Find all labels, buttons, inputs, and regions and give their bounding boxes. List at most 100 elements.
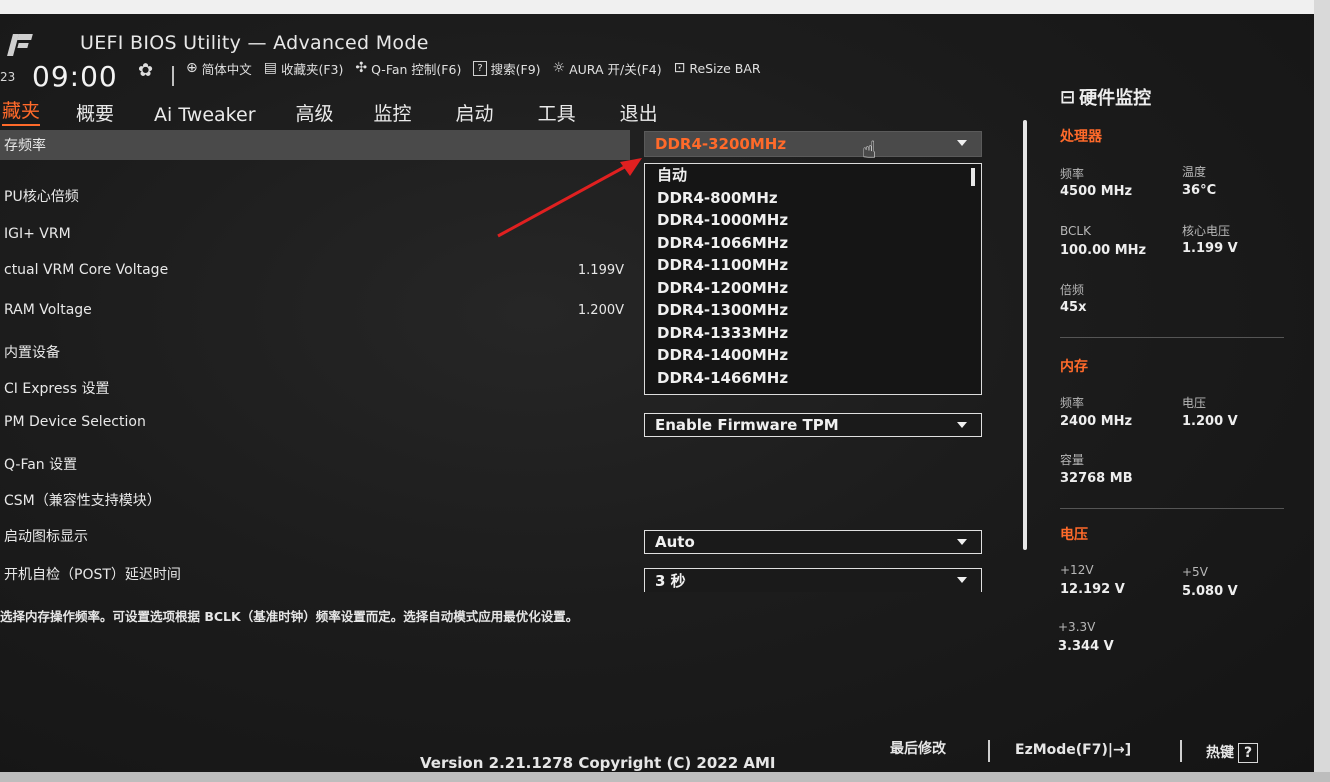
select-value: Auto — [655, 533, 695, 551]
clock-time: 09:00 — [32, 60, 118, 93]
menu-item-label: RAM Voltage — [4, 302, 92, 318]
monitor-bezel-right — [1314, 0, 1330, 782]
option-item[interactable]: 自动 — [645, 164, 981, 187]
menu-item-label: IGI+ VRM — [4, 226, 71, 242]
tpm-select[interactable]: Enable Firmware TPM — [644, 413, 982, 437]
fan-icon: ✣ — [355, 60, 368, 76]
ratio-value: 45x — [1060, 300, 1087, 315]
ratio-label: 倍频 — [1060, 283, 1085, 297]
monitor-icon: ⊟ — [1060, 86, 1076, 108]
hardware-monitor-label: 硬件监控 — [1079, 88, 1152, 109]
mem-cap-value: 32768 MB — [1060, 471, 1133, 486]
bclk-value: 100.00 MHz — [1060, 243, 1147, 258]
clock-settings-gear-icon[interactable]: ✿ — [138, 60, 153, 81]
bios-screen: UEFI BIOS Utility — Advanced Mode 23 09:… — [0, 0, 1330, 782]
option-item[interactable]: DDR4-1333MHz — [645, 322, 981, 345]
chevron-down-icon — [957, 577, 967, 583]
monitor-bezel-bottom — [0, 772, 1330, 782]
tab-advanced[interactable]: 高级 — [296, 99, 334, 126]
header-divider — [172, 66, 174, 86]
search-icon: ? — [473, 60, 487, 76]
divider — [1060, 337, 1284, 338]
qfan-control-button[interactable]: ✣ Q-Fan 控制(F6) — [355, 59, 461, 78]
post-delay-select[interactable]: 3 秒 — [644, 568, 982, 592]
ezmode-button[interactable]: EzMode(F7)|→] — [1015, 742, 1131, 758]
favorites-button[interactable]: ▤ 收藏夹(F3) — [264, 59, 344, 78]
menu-item-label: PM Device Selection — [4, 414, 146, 430]
menu-item-dram-voltage: RAM Voltage 1.200V — [0, 302, 630, 318]
option-item[interactable]: DDR4-1066MHz — [645, 232, 981, 255]
voltage-heading: 电压 — [1060, 527, 1088, 543]
tab-favorites[interactable]: 藏夹 — [2, 96, 41, 126]
memory-heading: 内存 — [1060, 359, 1088, 375]
tab-ai-tweaker[interactable]: Ai Tweaker — [154, 104, 255, 126]
v5-label: +5V — [1182, 565, 1208, 579]
hardware-monitor-title: ⊟ 硬件监控 — [1060, 84, 1151, 110]
mem-freq-label: 频率 — [1060, 396, 1085, 410]
footer-divider — [1180, 740, 1182, 762]
tab-overview[interactable]: 概要 — [76, 99, 114, 126]
hotkeys-label: 热键 — [1206, 745, 1234, 761]
monitor-bezel-top — [0, 0, 1330, 14]
select-value: DDR4-3200MHz — [655, 135, 787, 153]
menu-item-onboard-devices[interactable]: 内置设备 — [0, 342, 630, 362]
chevron-down-icon — [957, 539, 967, 545]
hotkeys-button[interactable]: 热键? — [1206, 742, 1259, 763]
favorites-label: 收藏夹(F3) — [280, 61, 344, 77]
bclk-label: BCLK — [1060, 224, 1091, 238]
menu-item-boot-logo[interactable]: 启动图标显示 — [0, 526, 630, 546]
resize-bar-label: ReSize BAR — [689, 60, 761, 76]
menu-item-label: ctual VRM Core Voltage — [4, 262, 169, 278]
cpu-temp-value: 36°C — [1182, 183, 1217, 198]
v33-value: 3.344 V — [1058, 639, 1114, 654]
memory-frequency-select[interactable]: DDR4-3200MHz — [644, 131, 982, 157]
help-text: 选择内存操作频率。可设置选项根据 BCLK（基准时钟）频率设置而定。选择自动模式… — [0, 609, 579, 624]
tab-boot[interactable]: 启动 — [456, 99, 494, 126]
vcore-value: 1.199 V — [1182, 241, 1238, 256]
search-button[interactable]: ? 搜索(F9) — [473, 59, 541, 78]
menu-item-post-delay[interactable]: 开机自检（POST）延迟时间 — [0, 564, 630, 584]
option-item[interactable]: DDR4-1200MHz — [645, 277, 981, 300]
panel-separator — [1023, 120, 1027, 550]
option-item[interactable]: DDR4-1000MHz — [645, 209, 981, 232]
menu-item-label: PU核心倍频 — [4, 189, 79, 205]
rog-logo-icon — [6, 32, 36, 58]
tab-monitor[interactable]: 监控 — [374, 99, 412, 126]
language-label: 简体中文 — [201, 61, 252, 77]
menu-item-qfan[interactable]: Q-Fan 设置 — [0, 454, 630, 474]
mem-volt-value: 1.200 V — [1182, 414, 1238, 429]
resize-bar-button[interactable]: ⊡ ReSize BAR — [674, 60, 761, 76]
menu-item-label: 存频率 — [4, 138, 46, 154]
menu-item-pci-express[interactable]: CI Express 设置 — [0, 378, 630, 398]
aura-icon: ☼ — [552, 60, 566, 76]
v33-label: +3.3V — [1058, 620, 1096, 634]
tab-exit[interactable]: 退出 — [620, 99, 658, 126]
option-item[interactable]: DDR4-800MHz — [645, 187, 981, 210]
aura-label: AURA 开/关(F4) — [569, 61, 662, 77]
menu-item-label: 内置设备 — [4, 345, 60, 361]
app-title: UEFI BIOS Utility — Advanced Mode — [80, 32, 429, 54]
chevron-down-icon — [957, 140, 967, 146]
option-item[interactable]: DDR4-1466MHz — [645, 367, 981, 390]
option-item[interactable]: DDR4-1400MHz — [645, 344, 981, 367]
aura-toggle-button[interactable]: ☼ AURA 开/关(F4) — [553, 59, 662, 78]
main-tabs: 藏夹 概要 Ai Tweaker 高级 监控 启动 工具 退出 — [0, 96, 658, 126]
select-value: 3 秒 — [655, 572, 686, 590]
scrollbar[interactable] — [971, 168, 975, 186]
chevron-down-icon — [957, 422, 967, 428]
last-modified-button[interactable]: 最后修改 — [890, 738, 946, 758]
option-item[interactable]: DDR4-1300MHz — [645, 299, 981, 322]
qfan-label: Q-Fan 控制(F6) — [371, 61, 462, 77]
menu-item-vrm-core-voltage: ctual VRM Core Voltage 1.199V — [0, 262, 630, 278]
menu-item-tpm-device[interactable]: PM Device Selection — [0, 414, 630, 430]
tab-tool[interactable]: 工具 — [538, 99, 576, 126]
option-item[interactable]: DDR4-1100MHz — [645, 254, 981, 277]
boot-logo-select[interactable]: Auto — [644, 530, 982, 554]
globe-icon: ⊕ — [186, 60, 198, 76]
cpu-freq-label: 频率 — [1060, 167, 1085, 181]
menu-item-label: 开机自检（POST）延迟时间 — [4, 567, 181, 583]
cpu-freq-value: 4500 MHz — [1060, 184, 1133, 199]
language-button[interactable]: ⊕ 简体中文 — [186, 59, 252, 78]
menu-item-csm[interactable]: CSM（兼容性支持模块） — [0, 490, 630, 510]
help-key-icon: ? — [1238, 743, 1259, 763]
